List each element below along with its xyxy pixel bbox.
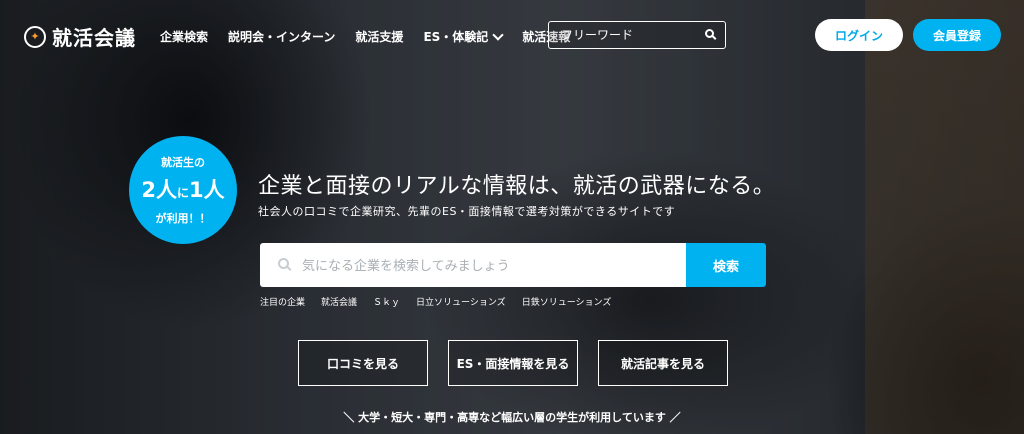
badge-line2: 2人に1人 <box>129 174 237 204</box>
nav-es-experience-label: ES・体験記 <box>423 30 489 44</box>
main-nav: 企業検索 説明会・インターン 就活支援 ES・体験記 就活速報 <box>160 28 590 45</box>
tag-link[interactable]: 就活会議 <box>321 295 357 308</box>
view-articles-button[interactable]: 就活記事を見る <box>598 340 728 386</box>
usage-note: ＼ 大学・短大・専門・高専など幅広い層の学生が利用しています ／ <box>343 411 681 424</box>
tag-label: 注目の企業 <box>260 298 306 308</box>
nav-es-experience[interactable]: ES・体験記 <box>423 28 504 45</box>
usage-badge: 就活生の 2人に1人 が利用！！ <box>129 136 237 244</box>
nav-job-support[interactable]: 就活支援 <box>355 28 403 45</box>
popular-tags: 注目の企業 就活会議 Ｓｋｙ 日立ソリューションズ 日鉄ソリューションズ <box>260 295 627 308</box>
nav-company-search[interactable]: 企業検索 <box>160 28 208 45</box>
search-icon <box>278 258 289 269</box>
register-button[interactable]: 会員登録 <box>913 19 1001 51</box>
badge-line1: 就活生の <box>161 156 205 169</box>
nav-seminar-intern[interactable]: 説明会・インターン <box>228 28 335 45</box>
search-button[interactable]: 検索 <box>686 243 766 287</box>
header-search <box>548 21 726 49</box>
badge-mid: に <box>176 186 189 200</box>
view-reviews-button[interactable]: 口コミを見る <box>298 340 428 386</box>
view-es-interview-button[interactable]: ES・面接情報を見る <box>448 340 578 386</box>
header-search-input[interactable] <box>549 22 701 48</box>
hero-headline: 企業と面接のリアルな情報は、就活の武器になる。 <box>258 174 776 199</box>
logo-icon: ✦ <box>24 25 46 48</box>
tag-link[interactable]: 日鉄ソリューションズ <box>522 295 612 308</box>
hero-subline: 社会人の口コミで企業研究、先輩のES・面接情報で選考対策ができるサイトです <box>258 205 676 218</box>
logo-text: 就活会議 <box>52 26 136 50</box>
badge-num1: 2人 <box>141 178 177 202</box>
tag-link[interactable]: 日立ソリューションズ <box>416 295 506 308</box>
tag-link[interactable]: Ｓｋｙ <box>373 295 400 308</box>
badge-num2: 1人 <box>189 178 225 202</box>
site-logo[interactable]: ✦ 就活会議 <box>24 22 136 51</box>
company-search-box <box>260 243 686 289</box>
badge-line3: が利用！！ <box>155 212 211 225</box>
site-header: ✦ 就活会議 企業検索 説明会・インターン 就活支援 ES・体験記 就活速報 ロ… <box>0 0 1024 72</box>
chevron-down-icon <box>492 28 504 41</box>
login-button[interactable]: ログイン <box>815 19 903 51</box>
search-icon[interactable] <box>705 29 714 38</box>
company-search-input[interactable] <box>300 243 674 289</box>
